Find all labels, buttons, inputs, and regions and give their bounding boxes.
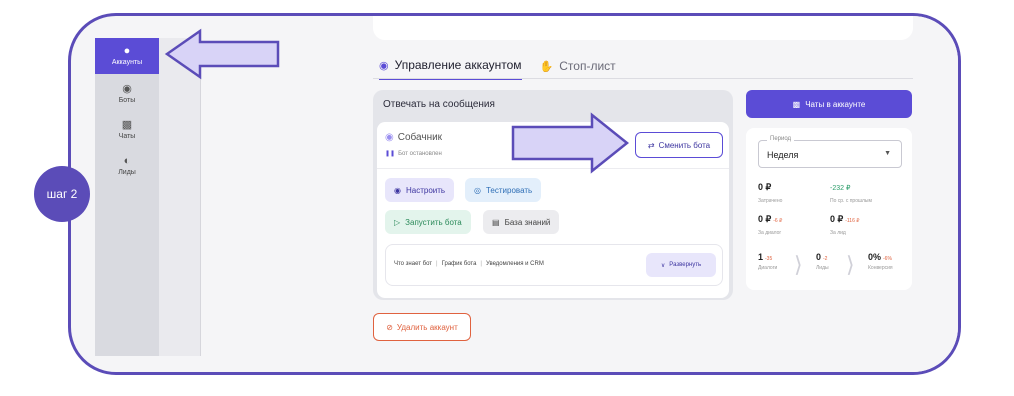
run-bot-label: Запустить бота xyxy=(405,217,462,227)
compare-value: -232 ₽ xyxy=(830,185,851,192)
settings-expander: Что знает бот | График бота | Уведомлени… xyxy=(385,244,723,286)
funnel-value: 0 xyxy=(816,252,822,262)
sidebar-item-label: Чаты xyxy=(118,133,136,140)
eye-icon: ◎ xyxy=(474,185,481,195)
card-title: Отвечать на сообщения xyxy=(383,99,495,110)
per-lead-label: За лид xyxy=(830,230,846,236)
delete-account-button[interactable]: ⊘ Удалить аккаунт xyxy=(373,313,471,341)
funnel-delta: -6% xyxy=(883,256,892,262)
tab-stop-list[interactable]: ✋ Стоп-лист xyxy=(540,58,616,80)
bot-icon: ◉ xyxy=(394,185,401,195)
secondary-panel xyxy=(159,38,201,356)
funnel-delta: -35 xyxy=(765,256,773,262)
main-content: ◉ Управление аккаунтом ✋ Стоп-лист Отвеч… xyxy=(201,16,958,372)
per-dialog-value: 0 ₽ xyxy=(758,214,772,224)
per-lead-delta: -116 ₽ xyxy=(845,218,860,224)
pointer-arrow-swap-bot xyxy=(511,112,630,174)
setup-button[interactable]: ◉ Настроить xyxy=(385,178,455,202)
knowledge-base-label: База знаний xyxy=(504,217,551,227)
bot-icon: ◉ xyxy=(379,59,389,72)
summary-item: Уведомления и CRM xyxy=(485,261,544,267)
funnel-conversion: 0% -6% Конверсия xyxy=(868,252,893,271)
chevron-right-icon: ⟩ xyxy=(846,252,855,277)
knowledge-base-button[interactable]: ▤ База знаний xyxy=(483,210,560,234)
delete-icon: ⊘ xyxy=(386,322,393,332)
test-button[interactable]: ◎ Тестировать xyxy=(465,178,542,202)
chevron-down-icon: ∨ xyxy=(660,262,666,269)
run-bot-button[interactable]: ▷ Запустить бота xyxy=(385,210,471,234)
pause-icon: ❚❚ xyxy=(385,151,396,157)
book-icon: ▤ xyxy=(492,217,500,227)
chevron-right-icon: ⟩ xyxy=(794,252,803,277)
period-select[interactable]: Период Неделя ▼ xyxy=(758,136,902,168)
sidebar-item-accounts[interactable]: ● Аккаунты xyxy=(95,38,159,74)
summary-item: Что знает бот xyxy=(394,261,433,267)
separator: | xyxy=(436,261,438,267)
sidebar-item-label: Боты xyxy=(118,97,136,104)
expand-label: Развернуть xyxy=(669,262,702,268)
per-dialog-label: За диалог xyxy=(758,230,782,236)
hand-icon: ✋ xyxy=(539,60,554,73)
bot-status: ❚❚ Бот остановлен xyxy=(385,150,442,158)
per-lead-value: 0 ₽ xyxy=(830,214,844,224)
funnel-label: Лиды xyxy=(816,265,829,271)
sidebar-item-leads[interactable]: ◐ Лиды xyxy=(95,148,159,184)
caret-down-icon: ▼ xyxy=(884,150,891,157)
user-icon: ● xyxy=(123,45,131,57)
top-bar xyxy=(373,16,913,40)
per-dialog-metric: 0 ₽ -6 ₽ xyxy=(758,214,782,225)
tab-label: Управление аккаунтом xyxy=(394,58,522,72)
bot-name: Собачник xyxy=(397,132,443,143)
funnel-value: 1 xyxy=(758,252,764,262)
sidebar-item-bots[interactable]: ◉ Боты xyxy=(95,76,159,112)
bot-icon: ◉ xyxy=(122,83,132,95)
chat-icon: ▩ xyxy=(792,99,801,109)
pointer-arrow-accounts xyxy=(164,28,280,80)
chats-in-account-button[interactable]: ▩ Чаты в аккаунте xyxy=(746,90,912,118)
period-label: Период xyxy=(767,136,795,142)
sidebar-item-label: Лиды xyxy=(118,169,136,176)
expand-button[interactable]: ∨ Развернуть xyxy=(646,253,716,277)
settings-summary: Что знает бот | График бота | Уведомлени… xyxy=(394,261,544,267)
funnel-label: Конверсия xyxy=(868,265,893,271)
sidebar: ● Аккаунты ◉ Боты ▩ Чаты ◐ Лиды xyxy=(95,38,159,356)
spent-label: Затрачено xyxy=(758,198,783,204)
swap-bot-label: Сменить бота xyxy=(658,140,711,150)
compare-label: По ср. с прошлым xyxy=(830,198,872,204)
chat-icon: ▩ xyxy=(121,119,133,131)
shuffle-icon: ⇄ xyxy=(647,140,655,150)
tabs: ◉ Управление аккаунтом ✋ Стоп-лист xyxy=(379,58,616,80)
per-dialog-delta: -6 ₽ xyxy=(773,218,783,224)
stats-panel: Период Неделя ▼ 0 ₽ Затрачено -232 ₽ По … xyxy=(746,128,912,290)
funnel-delta: -2 xyxy=(823,256,828,262)
swap-bot-button[interactable]: ⇄ Сменить бота xyxy=(635,132,723,158)
bot-status-text: Бот остановлен xyxy=(398,150,442,157)
bot-name-row: ◉ Собачник xyxy=(385,132,442,143)
funnel: 1 -35 Диалоги ⟩ 0 -2 Лиды ⟩ 0% -6% Конверси… xyxy=(754,252,904,280)
test-label: Тестировать xyxy=(485,185,533,195)
summary-item: График бота xyxy=(441,261,477,267)
period-value: Неделя xyxy=(767,150,799,160)
sidebar-item-chats[interactable]: ▩ Чаты xyxy=(95,112,159,148)
play-icon: ▷ xyxy=(394,217,401,227)
chats-label: Чаты в аккаунте xyxy=(805,99,866,109)
spent-value: 0 ₽ xyxy=(758,182,772,192)
sidebar-item-label: Аккаунты xyxy=(111,59,143,66)
funnel-leads: 0 -2 Лиды xyxy=(816,252,829,271)
separator: | xyxy=(480,261,482,267)
delete-account-label: Удалить аккаунт xyxy=(396,322,458,332)
step-badge: шаг 2 xyxy=(34,166,90,222)
setup-label: Настроить xyxy=(405,185,446,195)
bot-icon: ◉ xyxy=(385,132,394,143)
leads-icon: ◐ xyxy=(123,155,131,167)
funnel-value: 0% xyxy=(868,252,882,262)
tab-divider xyxy=(373,78,913,79)
per-lead-metric: 0 ₽ -116 ₽ xyxy=(830,214,859,225)
funnel-dialogs: 1 -35 Диалоги xyxy=(758,252,777,271)
tab-account-management[interactable]: ◉ Управление аккаунтом xyxy=(379,58,522,80)
tab-label: Стоп-лист xyxy=(559,59,616,73)
funnel-label: Диалоги xyxy=(758,265,778,271)
